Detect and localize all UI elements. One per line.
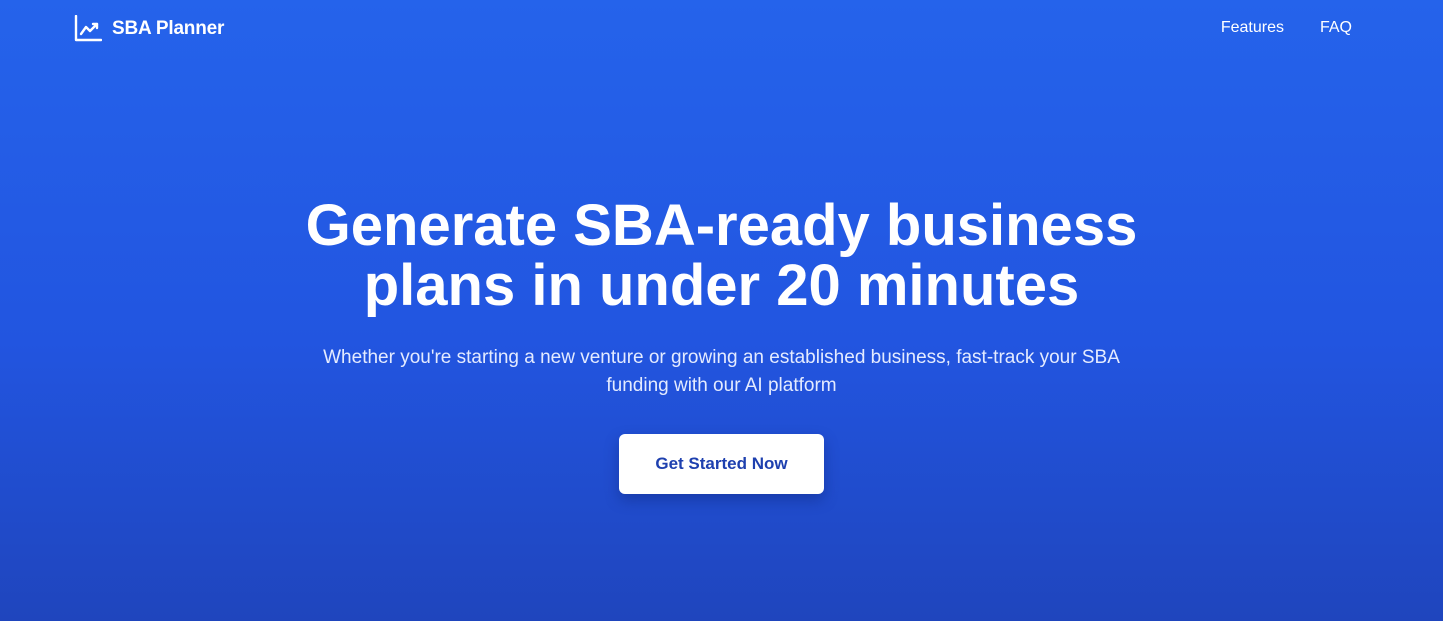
- hero-subtitle-line-1: Whether you're starting a new venture or…: [323, 347, 1120, 368]
- hero-title-line-2: plans in under 20 minutes: [363, 253, 1080, 318]
- nav-link-features[interactable]: Features: [1221, 19, 1284, 37]
- brand-name: SBA Planner: [112, 18, 225, 39]
- trending-chart-icon: [74, 14, 103, 43]
- hero-subtitle: Whether you're starting a new venture or…: [292, 344, 1152, 400]
- get-started-button[interactable]: Get Started Now: [619, 434, 824, 494]
- hero-subtitle-line-2: funding with our AI platform: [606, 375, 837, 396]
- hero-section: Generate SBA-ready business plans in und…: [0, 196, 1443, 494]
- navbar: SBA Planner Features FAQ: [0, 0, 1443, 58]
- hero-title: Generate SBA-ready business plans in und…: [272, 196, 1172, 316]
- nav-links: Features FAQ: [1221, 19, 1352, 37]
- hero-title-line-1: Generate SBA-ready business: [305, 193, 1138, 258]
- brand-logo-link[interactable]: SBA Planner: [74, 14, 225, 43]
- nav-link-faq[interactable]: FAQ: [1320, 19, 1352, 37]
